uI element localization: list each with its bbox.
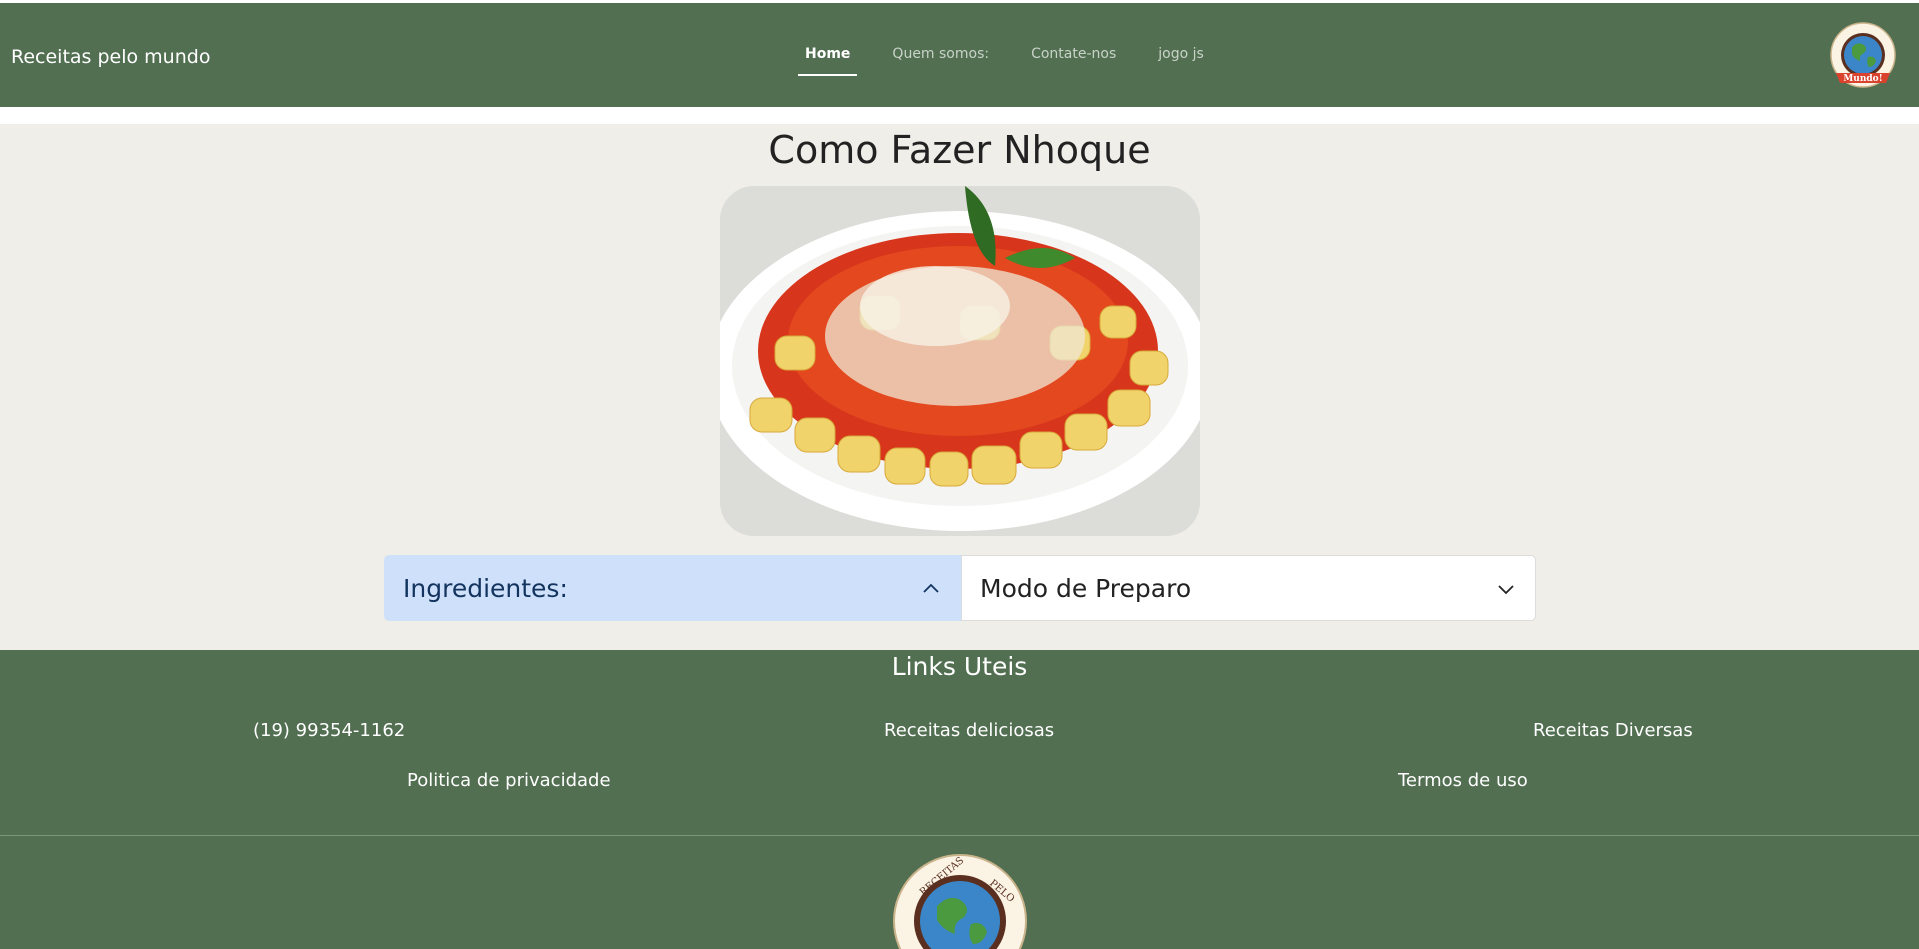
main-nav: Home Quem somos: Contate-nos jogo js <box>798 43 1239 76</box>
footer-link-receitas-diversas[interactable]: Receitas Diversas <box>1533 720 1693 741</box>
accordion-modo-de-preparo-label: Modo de Preparo <box>980 573 1192 603</box>
footer-globe-logo-icon: RECEITAS PELO <box>893 854 1027 949</box>
nav-link-contate-nos[interactable]: Contate-nos <box>1024 43 1123 76</box>
gnocchi-dish-image <box>720 186 1200 536</box>
nav-link-home[interactable]: Home <box>798 43 858 76</box>
accordion-ingredientes-label: Ingredientes: <box>403 573 568 603</box>
footer-link-termos[interactable]: Termos de uso <box>1398 770 1528 791</box>
navbar: Receitas pelo mundo Home Quem somos: Con… <box>0 3 1919 107</box>
footer-divider <box>0 835 1919 836</box>
footer-title: Links Uteis <box>891 652 1028 681</box>
recipe-accordion: Ingredientes: Modo de Preparo <box>384 555 1536 623</box>
accordion-ingredientes[interactable]: Ingredientes: <box>384 555 961 621</box>
footer-link-phone[interactable]: (19) 99354-1162 <box>253 720 405 741</box>
chevron-up-icon <box>923 583 939 593</box>
footer-link-receitas-deliciosas[interactable]: Receitas deliciosas <box>884 720 1054 741</box>
globe-logo-icon[interactable]: Mundo! <box>1828 21 1898 96</box>
nav-link-quem-somos[interactable]: Quem somos: <box>885 43 996 76</box>
header-spacer <box>0 107 1919 124</box>
logo-banner-text: Mundo! <box>1843 74 1882 84</box>
accordion-modo-de-preparo[interactable]: Modo de Preparo <box>961 555 1536 621</box>
chevron-down-icon <box>1498 585 1514 595</box>
page-title: Como Fazer Nhoque <box>768 128 1151 172</box>
nav-link-jogo-js[interactable]: jogo js <box>1151 43 1211 76</box>
footer-link-privacidade[interactable]: Politica de privacidade <box>407 770 611 791</box>
brand-title[interactable]: Receitas pelo mundo <box>11 46 210 68</box>
